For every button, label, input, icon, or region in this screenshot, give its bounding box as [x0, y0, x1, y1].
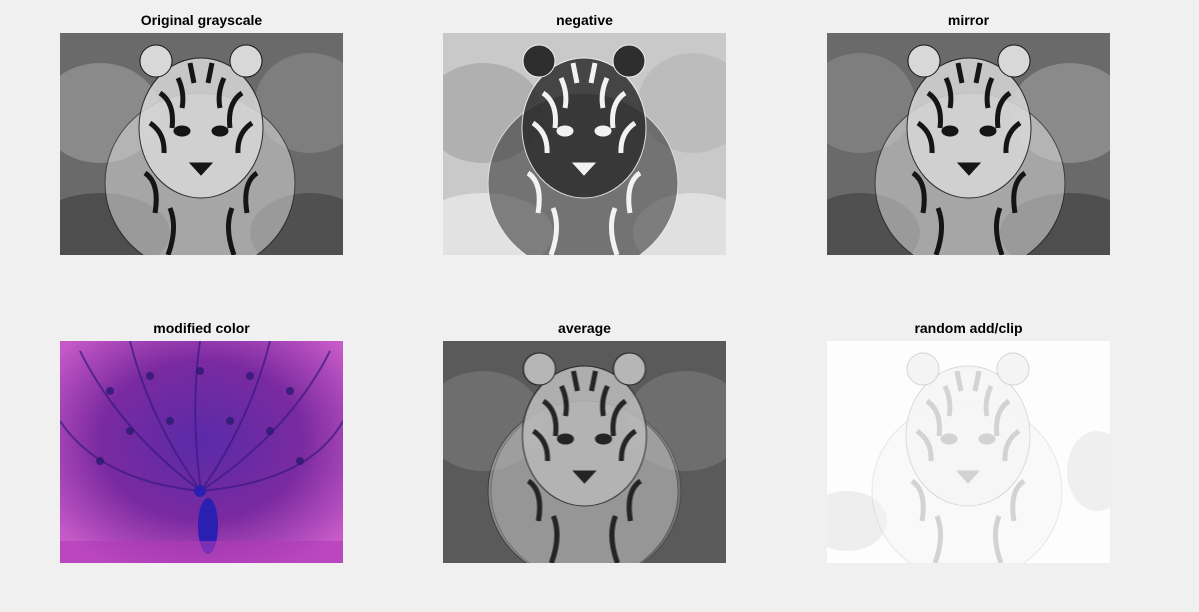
panel-title: mirror — [947, 12, 990, 28]
panel-title: negative — [556, 12, 613, 28]
tiger-mirror-image — [827, 33, 1110, 255]
figure-window: Original grayscale negative mirror modif… — [0, 0, 1199, 612]
tiger-washed-out-image — [827, 341, 1110, 563]
panel-title: average — [558, 320, 611, 336]
panel-title: Original grayscale — [140, 12, 263, 28]
tiger-grayscale-image — [60, 33, 343, 255]
peacock-purple-image — [60, 341, 343, 563]
tiger-average-image — [443, 341, 726, 563]
panel-title: modified color — [153, 320, 250, 336]
panel-title: random add/clip — [914, 320, 1023, 336]
tiger-negative-image — [443, 33, 726, 255]
